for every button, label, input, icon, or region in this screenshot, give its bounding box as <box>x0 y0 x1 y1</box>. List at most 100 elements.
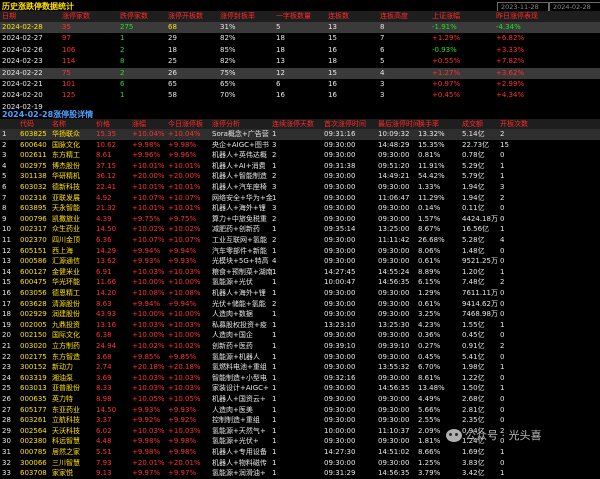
detail-cell: +9.96% <box>132 151 161 160</box>
detail-cell: 2 <box>272 214 277 223</box>
detail-cell: 3 <box>2 151 7 160</box>
history-cell: 25 <box>168 57 177 66</box>
detail-cell: 0 <box>500 416 505 425</box>
history-row[interactable]: 2024-02-26 106 2 18 85% 18 16 6 -0.93% +3.33% <box>0 45 600 56</box>
detail-cell: 14:56:35 <box>378 278 410 287</box>
history-row[interactable]: 2024-02-28 35 275 68 31% 5 13 8 -1.91% -4.34% <box>0 22 600 33</box>
detail-row[interactable]: 6 603032 德新科技 22.41 +10.01% +10.01% 机器人+汽车座椅 3 0… <box>0 182 600 193</box>
detail-col-header[interactable]: 首次涨停时间 <box>324 119 366 129</box>
detail-row[interactable]: 8 603895 天永智能 21.32 +10.01% +10.01% 机器人+海外+锂 3 0… <box>0 203 600 214</box>
detail-col-header[interactable]: 涨停分析 <box>212 119 240 129</box>
detail-row[interactable]: 33 603708 家家悦 9.13 +9.97% +9.97% 氢能源+润滑油+ 1 09:3… <box>0 468 600 479</box>
history-col-header[interactable]: 涨停家数 <box>62 11 90 22</box>
detail-row[interactable]: 9 000796 凯撒旅业 4.39 +9.75% +9.75% 算力+中旅免税重 2 09:3… <box>0 214 600 225</box>
detail-row[interactable]: 28 603261 立航科技 3.37 +9.92% +9.92% 控制制造+重组 1 09:3… <box>0 415 600 426</box>
history-row[interactable]: 2024-02-27 97 1 29 82% 18 15 7 +1.29% +6.82% <box>0 33 600 44</box>
detail-row[interactable]: 12 605151 西上海 14.29 +9.94% +9.94% 汽车零部件+新能 1 09:… <box>0 246 600 257</box>
history-row[interactable]: 2024-02-20 125 1 58 70% 16 16 3 +0.45% +4.34% <box>0 90 600 101</box>
detail-row[interactable]: 10 002317 众生药业 14.50 +10.02% +10.02% 减肥药+创新药 1 0… <box>0 224 600 235</box>
detail-row[interactable]: 16 603056 德恩精工 14.20 +10.08% +10.08% 机器人+海外+锂 1… <box>0 288 600 299</box>
detail-cell: 4.39 <box>96 214 112 223</box>
history-col-header[interactable]: 跌停家数 <box>120 11 148 22</box>
detail-row[interactable]: 17 603628 清源股份 8.63 +9.94% +9.94% 光伏+储能+氢能 2 09:… <box>0 299 600 310</box>
history-col-header[interactable]: 上证涨幅 <box>432 11 460 22</box>
detail-cell: 1.94亿 <box>462 193 485 202</box>
history-cell: +0.55% <box>432 57 461 66</box>
detail-row[interactable]: 13 000586 汇源通信 13.62 +9.93% +9.93% 光模块+5G+特高 4 0… <box>0 256 600 267</box>
detail-cell: 09:30:00 <box>324 363 356 372</box>
detail-cell: +10.01% <box>168 204 201 213</box>
history-cell: 31% <box>220 23 236 31</box>
detail-cell: 9.13 <box>96 469 112 478</box>
detail-row[interactable]: 7 002316 亚联发展 4.92 +10.07% +10.07% 网络安全+华为+金 1 0… <box>0 193 600 204</box>
detail-row[interactable]: 20 002150 国际文化 6.38 +10.00% +10.00% 人造肉+国企 1 09:… <box>0 330 600 341</box>
detail-cell: +10.03% <box>132 373 165 382</box>
detail-cell: 09:31:38 <box>324 161 356 170</box>
detail-row[interactable]: 26 000635 英力特 8.98 +10.05% +10.05% 机器人+国资云+ 1 09… <box>0 394 600 405</box>
detail-row[interactable]: 27 605177 东亚药业 14.50 +9.93% +9.93% 人造肉+医美 1 09:3… <box>0 405 600 416</box>
detail-row[interactable]: 15 600475 华光环能 11.66 +10.00% +10.00% 氢能源+光伏 1 10… <box>0 277 600 288</box>
detail-cell: 11:10:37 <box>378 426 410 435</box>
detail-row[interactable]: 32 300066 三川智慧 7.93 +20.01% +20.01% 机器人+物料磁传 1 0… <box>0 458 600 469</box>
detail-row[interactable]: 1 603825 华扬联众 15.35 +10.04% +10.04% Sora概念+广告营… <box>0 129 600 140</box>
detail-cell: 8.61% <box>418 373 441 382</box>
history-col-header[interactable]: 一字板数量 <box>276 11 311 22</box>
detail-cell: 09:30:00 <box>324 331 356 340</box>
detail-col-header[interactable]: 名称 <box>52 119 66 129</box>
history-col-header[interactable]: 涨停开板数 <box>168 11 203 22</box>
detail-col-header[interactable]: 最后涨停时间 <box>378 119 420 129</box>
history-col-header[interactable]: 连板数 <box>328 11 349 22</box>
detail-cell: 8.06% <box>418 246 441 255</box>
detail-cell: 20 <box>2 331 11 340</box>
detail-col-header[interactable]: 换手率 <box>418 119 439 129</box>
detail-row[interactable]: 25 603013 亚普股份 8.33 +10.03% +10.03% 家装设计+AIGC+… <box>0 383 600 394</box>
detail-cell: 汇源通信 <box>52 257 80 266</box>
detail-row[interactable]: 3 002611 东方精工 8.61 +9.96% +9.96% 机器人+英伟达概 2 09:3… <box>0 150 600 161</box>
detail-col-header[interactable]: 今日涨停板 <box>168 119 203 129</box>
detail-cell: 15.35 <box>96 130 117 138</box>
detail-row[interactable]: 31 000785 居然之家 5.51 +9.98% +9.98% 机器人+专用设备 1 14:… <box>0 447 600 458</box>
detail-cell: 家家悦 <box>52 469 73 478</box>
detail-col-header[interactable]: 开板次数 <box>500 119 528 129</box>
detail-col-header[interactable]: 代码 <box>20 119 34 129</box>
detail-cell: 002975 <box>20 161 47 170</box>
detail-cell: +10.00% <box>132 331 165 340</box>
history-col-header[interactable]: 涨停封板率 <box>220 11 255 22</box>
detail-row[interactable]: 2 600640 国脉文化 10.62 +9.98% +9.98% 央企+AIGC+图书 3 0… <box>0 140 600 151</box>
history-col-header[interactable]: 昨日涨停表现 <box>496 11 538 22</box>
detail-row[interactable]: 5 301138 华研精机 36.12 +20.00% +20.00% 机器人+智能制造 2 0… <box>0 171 600 182</box>
detail-row[interactable]: 19 002005 九鼎投资 13.16 +10.03% +10.03% 私募股权投资+疫 1… <box>0 320 600 331</box>
history-cell: 6 <box>380 45 385 54</box>
detail-row[interactable]: 18 002929 润建股份 43.93 +10.00% +10.00% 人造肉+数据 1 09… <box>0 309 600 320</box>
detail-col-header[interactable]: 价格 <box>96 119 110 129</box>
detail-row[interactable]: 14 600127 金健米业 6.91 +10.03% +10.03% 粮食+预制菜+湖南 1… <box>0 267 600 278</box>
detail-cell: 22.73亿 <box>462 140 490 149</box>
detail-row[interactable]: 21 003020 立方制药 24.94 +10.02% +10.02% 创新药+医药 1 09… <box>0 341 600 352</box>
detail-cell: 6 <box>2 183 7 191</box>
detail-cell: 603319 <box>20 373 47 382</box>
detail-row[interactable]: 23 300152 新动力 2.74 +20.18% +20.18% 氢燃料电池+重组 1 09… <box>0 362 600 373</box>
detail-cell: 0.11亿 <box>462 204 485 213</box>
detail-row[interactable]: 11 002370 四川金顶 6.36 +10.07% +10.07% 工业互联网+氢能 2 0… <box>0 235 600 246</box>
detail-cell: 人造肉+数据 <box>212 310 253 319</box>
history-cell: +3.33% <box>496 45 525 54</box>
history-row[interactable]: 2024-02-23 114 8 25 82% 13 18 5 +0.55% +7.82% <box>0 56 600 67</box>
detail-col-header[interactable]: 成交额 <box>462 119 483 129</box>
history-cell: 35 <box>62 23 71 31</box>
detail-cell: 54.42% <box>418 172 445 181</box>
detail-col-header[interactable]: 连续涨停天数 <box>272 119 314 129</box>
detail-row[interactable]: 24 603319 湘油泵 3.69 +10.03% +10.03% 智能制造+小型电 1 09… <box>0 373 600 384</box>
detail-cell: 工业互联网+氢能 <box>212 236 267 244</box>
detail-cell: 天永智能 <box>52 204 80 213</box>
history-col-header[interactable]: 日期 <box>2 11 16 22</box>
detail-cell: 9414.62万 <box>462 299 498 308</box>
detail-cell: 603895 <box>20 204 47 213</box>
detail-cell: 14:56:35 <box>378 469 410 478</box>
history-col-header[interactable]: 连板高度 <box>380 11 408 22</box>
history-row[interactable]: 2024-02-21 101 6 65 65% 6 16 3 +0.97% +2.99% <box>0 79 600 90</box>
detail-cell: 5 <box>2 172 7 181</box>
detail-col-header[interactable]: 涨幅 <box>132 119 146 129</box>
detail-row[interactable]: 4 002975 博杰股份 37.15 +10.01% +10.01% 机器人+AI+消费 1… <box>0 161 600 172</box>
history-row[interactable]: 2024-02-22 75 2 26 75% 12 15 4 +1.27% +3.62% <box>0 67 600 79</box>
detail-row[interactable]: 22 002175 东方智造 3.68 +9.85% +9.85% 氢能源+机器人 1 09:3… <box>0 352 600 363</box>
